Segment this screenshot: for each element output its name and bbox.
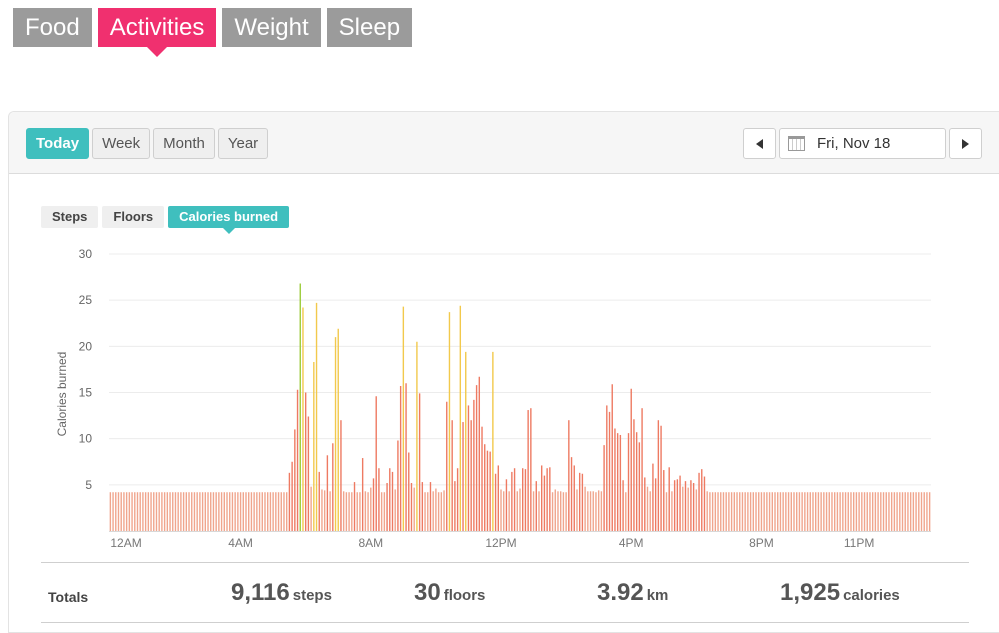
y-tick-label: 5 (85, 478, 92, 492)
total-floors-unit: floors (443, 587, 486, 604)
total-distance: 3.92 km (597, 579, 668, 607)
x-tick-label: 4PM (619, 536, 644, 550)
y-tick-label: 20 (79, 339, 93, 353)
total-steps-unit: steps (292, 587, 332, 604)
x-tick-label: 12PM (485, 536, 516, 550)
total-calories-unit: calories (843, 587, 900, 604)
x-tick-label: 12AM (110, 536, 141, 550)
tab-food[interactable]: Food (13, 8, 92, 47)
top-nav: Food Activities Weight Sleep (13, 8, 413, 57)
x-tick-label: 11PM (844, 536, 874, 550)
y-tick-label: 15 (79, 386, 93, 400)
y-tick-label: 25 (79, 293, 93, 307)
tab-activities[interactable]: Activities (97, 8, 217, 57)
y-tick-label: 30 (79, 247, 93, 261)
total-steps-value: 9,116 (231, 579, 290, 606)
totals-label: Totals (48, 589, 89, 605)
totals-bar: Totals 9,116 steps 30 floors 3.92 km 1,925 c… (41, 562, 969, 623)
tab-sleep[interactable]: Sleep (326, 8, 413, 47)
x-tick-label: 8PM (749, 536, 774, 550)
x-tick-label: 4AM (228, 536, 253, 550)
total-distance-value: 3.92 (597, 579, 644, 606)
total-distance-unit: km (646, 587, 669, 604)
total-steps: 9,116 steps (231, 579, 332, 607)
tab-weight[interactable]: Weight (222, 8, 321, 47)
calories-chart: Calories burned 5 10 15 20 25 30 12AM 4AM 8AM 12… (55, 247, 931, 550)
total-floors-value: 30 (414, 579, 441, 606)
activity-panel: Today Week Month Year Fri, Nov 18 Steps … (8, 111, 999, 633)
total-floors: 30 floors (414, 579, 485, 607)
y-axis-label: Calories burned (55, 352, 69, 437)
y-tick-label: 10 (79, 432, 93, 446)
total-calories-value: 1,925 (780, 579, 841, 606)
x-tick-label: 8AM (358, 536, 383, 550)
total-calories: 1,925 calories (780, 579, 900, 607)
